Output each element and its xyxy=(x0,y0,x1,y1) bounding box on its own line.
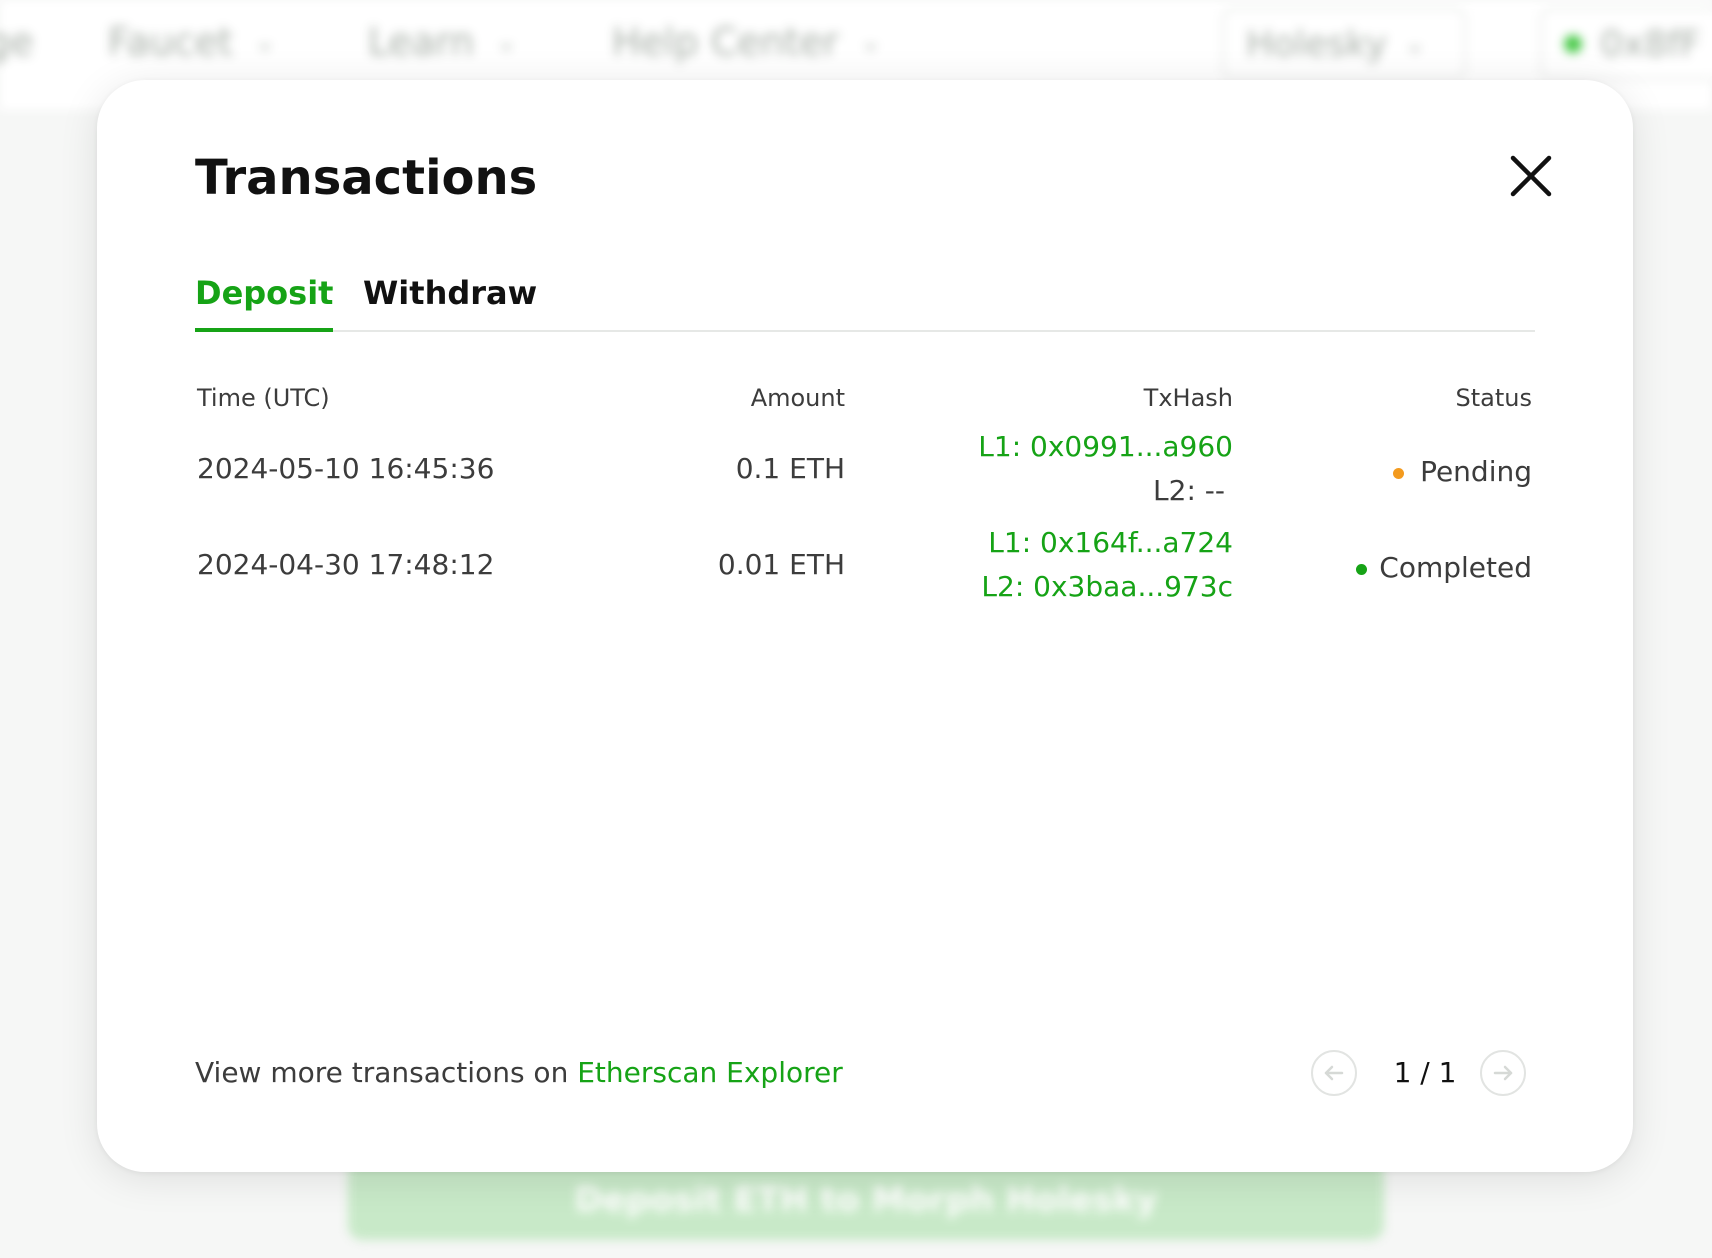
column-header-status: Status xyxy=(1455,384,1532,412)
status-badge: Pending xyxy=(1420,455,1532,488)
row-amount: 0.01 ETH xyxy=(717,548,845,581)
status-pending-dot xyxy=(1393,468,1404,479)
row-time: 2024-05-10 16:45:36 xyxy=(197,452,495,485)
arrow-left-icon xyxy=(1324,1065,1344,1081)
footer-note: View more transactions on Etherscan Expl… xyxy=(195,1056,843,1089)
status-completed-dot xyxy=(1356,564,1367,575)
tab-bar: Deposit Withdraw xyxy=(195,270,1535,332)
status-badge: Completed xyxy=(1379,551,1532,584)
l1-hash-link[interactable]: L1: 0x164f...a724 xyxy=(988,526,1233,559)
next-page-button[interactable] xyxy=(1480,1050,1526,1096)
arrow-right-icon xyxy=(1493,1065,1513,1081)
footer-prefix: View more transactions on xyxy=(195,1056,578,1089)
row-amount: 0.1 ETH xyxy=(735,452,845,485)
l1-hash-link[interactable]: L1: 0x0991...a960 xyxy=(978,430,1233,463)
l2-hash-text: L2: -- xyxy=(1153,474,1225,507)
tab-deposit[interactable]: Deposit xyxy=(195,270,334,332)
prev-page-button[interactable] xyxy=(1311,1050,1357,1096)
column-header-amount: Amount xyxy=(750,384,845,412)
row-time: 2024-04-30 17:48:12 xyxy=(197,548,495,581)
tab-withdraw[interactable]: Withdraw xyxy=(363,270,537,332)
column-header-txhash: TxHash xyxy=(1143,384,1233,412)
close-button[interactable] xyxy=(1507,152,1555,200)
l2-hash-link[interactable]: L2: 0x3baa...973c xyxy=(981,570,1233,603)
column-header-time: Time (UTC) xyxy=(197,384,330,412)
transactions-modal: Transactions Deposit Withdraw Time (UTC)… xyxy=(97,80,1633,1172)
page-indicator: 1 / 1 xyxy=(1393,1056,1457,1089)
close-icon xyxy=(1510,155,1552,197)
modal-title: Transactions xyxy=(195,150,538,206)
etherscan-link[interactable]: Etherscan Explorer xyxy=(577,1056,843,1089)
